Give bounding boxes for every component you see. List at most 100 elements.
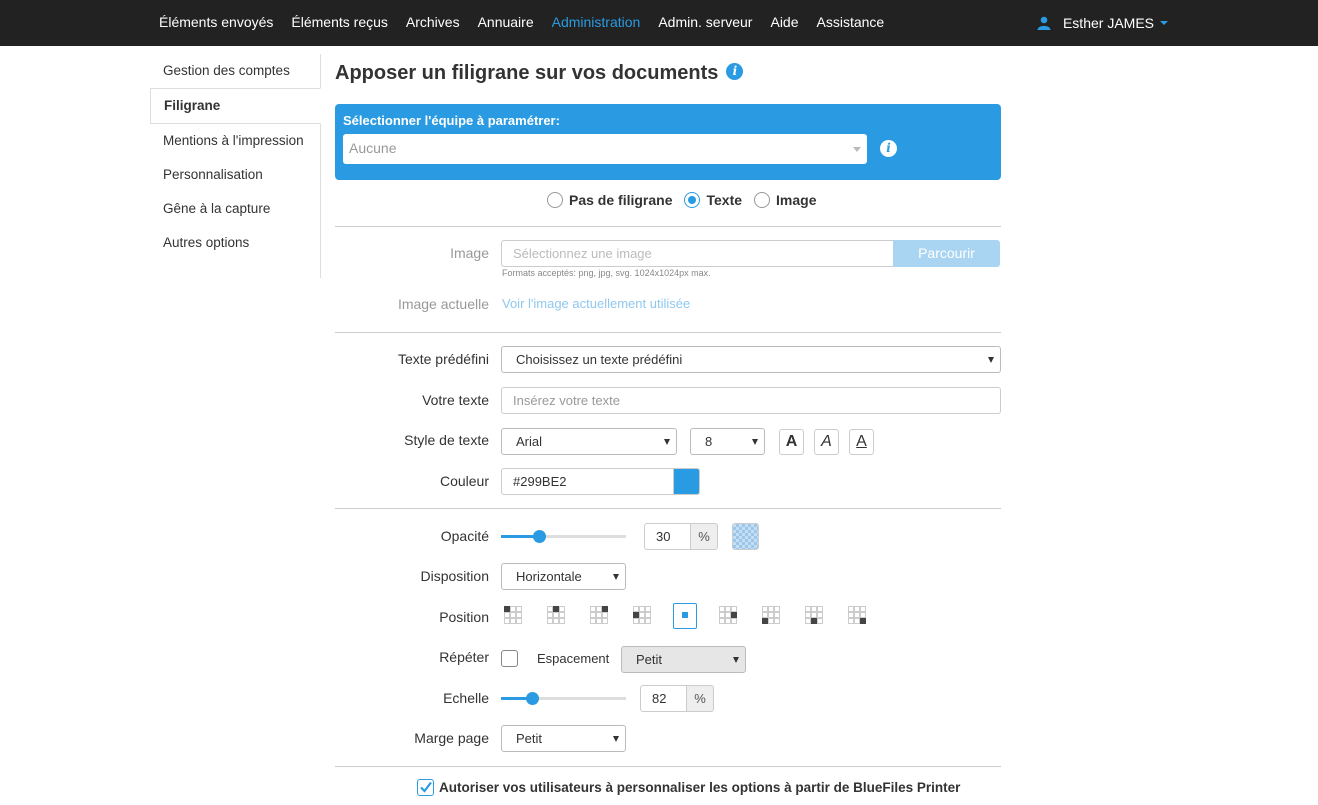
nav-assistance[interactable]: Assistance [808, 0, 894, 46]
nav-received-items[interactable]: Éléments reçus [282, 0, 396, 46]
disposition-label: Disposition [420, 568, 489, 584]
position-top-center-button[interactable] [544, 603, 568, 629]
font-size-select[interactable]: 8 [690, 428, 765, 455]
current-image-label: Image actuelle [397, 296, 489, 312]
bold-button[interactable]: A [779, 429, 804, 455]
user-name: Esther JAMES [1062, 15, 1154, 31]
your-text-label: Votre texte [422, 392, 489, 408]
text-style-label: Style de texte [404, 432, 489, 448]
top-navbar: Éléments envoyés Éléments reçus Archives… [0, 0, 1318, 46]
opacity-slider[interactable] [501, 530, 626, 543]
sidebar-item-capture[interactable]: Gêne à la capture [150, 192, 320, 226]
chevron-down-icon [988, 357, 994, 363]
disposition-value: Horizontale [516, 569, 582, 584]
font-value: Arial [516, 434, 543, 449]
nav-help[interactable]: Aide [761, 0, 807, 46]
team-info-icon[interactable]: i [880, 140, 897, 157]
spacing-label: Espacement [537, 651, 610, 666]
radio-circle-selected[interactable] [684, 192, 701, 208]
scale-input[interactable]: 82 [640, 685, 687, 712]
opacity-preview [732, 523, 759, 550]
info-icon[interactable]: i [726, 63, 744, 81]
sidebar-item-watermark[interactable]: Filigrane [150, 88, 321, 124]
disposition-select[interactable]: Horizontale [501, 563, 626, 590]
page-title: Apposer un filigrane sur vos documents i [335, 62, 744, 85]
position-label: Position [439, 609, 489, 625]
spacing-select[interactable]: Petit [621, 646, 746, 673]
font-select[interactable]: Arial [501, 428, 677, 455]
position-top-left-button[interactable] [501, 603, 525, 629]
position-grid-icon [805, 606, 823, 626]
scale-label: Echelle [443, 690, 489, 706]
repeat-checkbox[interactable] [501, 650, 518, 667]
opacity-input[interactable]: 30 [644, 523, 691, 550]
chevron-down-icon [752, 439, 758, 445]
nav-directory[interactable]: Annuaire [469, 0, 543, 46]
position-grid-icon [547, 606, 565, 626]
spacing-value: Petit [636, 652, 663, 667]
sidebar-item-customization[interactable]: Personnalisation [150, 158, 320, 192]
radio-circle[interactable] [547, 192, 563, 208]
color-label: Couleur [439, 473, 489, 489]
page-margin-select[interactable]: Petit [501, 725, 626, 752]
divider [335, 226, 1001, 227]
chevron-down-icon [613, 574, 619, 580]
position-bottom-left-button[interactable] [759, 603, 783, 629]
predefined-text-label: Texte prédéfini [397, 351, 489, 367]
page-margin-value: Petit [516, 731, 543, 746]
predefined-text-value: Choisissez un texte prédéfini [516, 352, 683, 367]
main-nav: Éléments envoyés Éléments reçus Archives… [150, 0, 893, 46]
color-input[interactable]: #299BE2 [501, 468, 674, 495]
position-grid-icon [633, 606, 651, 626]
user-menu[interactable]: Esther JAMES [1037, 0, 1168, 46]
radio-label: Texte [706, 192, 743, 208]
your-text-input[interactable]: Insérez votre texte [501, 387, 1001, 414]
position-grid-icon [590, 606, 608, 626]
position-middle-left-button[interactable] [630, 603, 654, 629]
position-grid-icon [762, 606, 780, 626]
browse-button[interactable]: Parcourir [893, 240, 1000, 267]
radio-label: Pas de filigrane [569, 192, 673, 208]
page-margin-label: Marge page [414, 730, 489, 746]
checkmark-icon [420, 781, 432, 793]
radio-image[interactable]: Image [754, 192, 817, 208]
sidebar-item-accounts[interactable]: Gestion des comptes [150, 54, 320, 88]
radio-text[interactable]: Texte [684, 192, 742, 208]
nav-archives[interactable]: Archives [397, 0, 469, 46]
scale-slider-handle[interactable] [526, 692, 540, 705]
position-top-right-button[interactable] [587, 603, 611, 629]
team-selector-panel: Sélectionner l'équipe à paramétrer: Aucu… [335, 104, 1001, 180]
sidebar-item-print-mentions[interactable]: Mentions à l'impression [150, 124, 320, 158]
allow-customization-label: Autoriser vos utilisateurs à personnalis… [439, 780, 961, 795]
predefined-text-select[interactable]: Choisissez un texte prédéfini [501, 346, 1001, 373]
scale-percent-addon: % [687, 685, 714, 712]
nav-administration[interactable]: Administration [543, 0, 650, 46]
position-center-button[interactable] [673, 603, 697, 629]
italic-button[interactable]: A [814, 429, 839, 455]
scale-slider[interactable] [501, 692, 626, 705]
position-grid-icon [848, 606, 866, 626]
settings-sidebar: Gestion des comptes Filigrane Mentions à… [150, 54, 321, 278]
opacity-slider-handle[interactable] [532, 530, 546, 543]
position-bottom-right-button[interactable] [845, 603, 869, 629]
underline-button[interactable]: A [849, 429, 874, 455]
radio-no-watermark[interactable]: Pas de filigrane [547, 192, 672, 208]
watermark-type-group: Pas de filigrane Texte Image [547, 192, 829, 208]
nav-server-admin[interactable]: Admin. serveur [649, 0, 761, 46]
position-bottom-center-button[interactable] [802, 603, 826, 629]
sidebar-item-other-options[interactable]: Autres options [150, 226, 320, 260]
color-swatch[interactable] [673, 468, 700, 495]
current-image-link[interactable]: Voir l'image actuellement utilisée [502, 296, 690, 311]
position-grid-icon [676, 606, 694, 626]
allow-customization-checkbox[interactable] [417, 779, 434, 796]
opacity-label: Opacité [440, 528, 489, 544]
chevron-down-icon [613, 736, 619, 742]
formats-hint: Formats acceptés: png, jpg, svg. 1024x10… [502, 268, 711, 278]
nav-sent-items[interactable]: Éléments envoyés [150, 0, 282, 46]
team-select-value: Aucune [349, 140, 397, 156]
divider [335, 766, 1001, 767]
position-middle-right-button[interactable] [716, 603, 740, 629]
image-file-input[interactable]: Sélectionnez une image [501, 240, 894, 267]
radio-circle[interactable] [754, 192, 771, 208]
team-select[interactable]: Aucune [343, 134, 867, 164]
